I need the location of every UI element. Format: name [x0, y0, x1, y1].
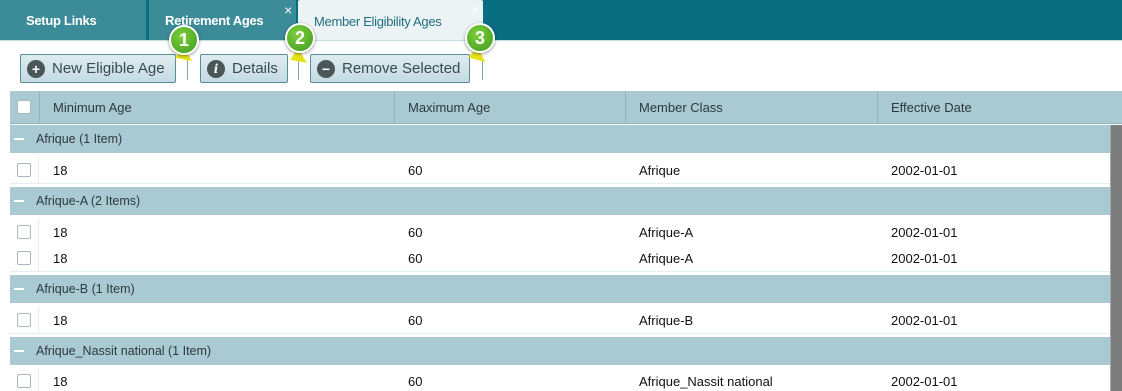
button-label: Details: [232, 60, 278, 77]
tab-label: Setup Links: [26, 12, 97, 28]
cell-minimum-age: 18: [53, 313, 68, 328]
remove-selected-button[interactable]: − Remove Selected: [310, 54, 470, 83]
row-divider: [38, 219, 39, 246]
new-eligible-age-button[interactable]: + New Eligible Age: [20, 54, 176, 83]
table-row[interactable]: 18 60 Afrique 2002-01-01: [10, 157, 1122, 184]
row-checkbox[interactable]: [17, 374, 31, 388]
close-icon[interactable]: ×: [284, 3, 292, 17]
cell-effective-date: 2002-01-01: [891, 313, 958, 328]
cell-member-class: Afrique-A: [639, 251, 694, 266]
cell-maximum-age: 60: [408, 313, 423, 328]
row-divider: [38, 245, 39, 272]
group-label: Afrique-A (2 Items): [36, 194, 141, 208]
row-divider: [38, 368, 39, 391]
column-label: Member Class: [639, 100, 723, 115]
minus-circle-icon: −: [317, 59, 335, 78]
select-all-checkbox[interactable]: [17, 100, 31, 114]
callout-badge-3: 3: [465, 23, 495, 53]
cell-effective-date: 2002-01-01: [891, 225, 958, 240]
row-checkbox[interactable]: [17, 251, 31, 265]
cell-member-class: Afrique_Nassit national: [639, 374, 773, 389]
group-header[interactable]: Afrique-A (2 Items): [10, 187, 1122, 215]
collapse-icon[interactable]: [14, 200, 24, 202]
group-label: Afrique (1 Item): [36, 132, 123, 146]
collapse-icon[interactable]: [14, 350, 24, 352]
table-row[interactable]: 18 60 Afrique-A 2002-01-01: [10, 219, 1122, 246]
cell-maximum-age: 60: [408, 374, 423, 389]
cell-maximum-age: 60: [408, 163, 423, 178]
column-label: Minimum Age: [53, 100, 132, 115]
table-row[interactable]: 18 60 Afrique-A 2002-01-01: [10, 245, 1122, 272]
close-icon[interactable]: ×: [471, 3, 479, 17]
tab-label: Member Eligibility Ages: [314, 13, 442, 29]
group-label: Afrique-B (1 Item): [36, 282, 135, 296]
vertical-scrollbar[interactable]: [1110, 125, 1122, 391]
table-row[interactable]: 18 60 Afrique-B 2002-01-01: [10, 307, 1122, 334]
group-header[interactable]: Afrique-B (1 Item): [10, 275, 1122, 303]
callout-badge-1: 1: [169, 25, 199, 55]
table-row[interactable]: 18 60 Afrique_Nassit national 2002-01-01: [10, 368, 1122, 391]
details-button[interactable]: i Details: [200, 54, 288, 83]
collapse-icon[interactable]: [14, 288, 24, 290]
button-label: Remove Selected: [342, 60, 461, 77]
row-divider: [38, 307, 39, 334]
collapse-icon[interactable]: [14, 138, 24, 140]
row-checkbox[interactable]: [17, 225, 31, 239]
cell-maximum-age: 60: [408, 225, 423, 240]
cell-minimum-age: 18: [53, 225, 68, 240]
callout-badge-2: 2: [285, 23, 315, 53]
toolbar: + New Eligible Age i Details − Remove Se…: [0, 40, 1122, 90]
column-label: Maximum Age: [408, 100, 491, 115]
grid-header: Minimum Age Maximum Age Member Class Eff…: [10, 91, 1122, 124]
cell-effective-date: 2002-01-01: [891, 251, 958, 266]
cell-maximum-age: 60: [408, 251, 423, 266]
cell-effective-date: 2002-01-01: [891, 374, 958, 389]
eligibility-grid: Minimum Age Maximum Age Member Class Eff…: [10, 91, 1122, 391]
column-effective-date[interactable]: Effective Date: [877, 91, 1122, 124]
column-label: Effective Date: [891, 100, 972, 115]
column-minimum-age[interactable]: Minimum Age: [39, 91, 394, 124]
cell-effective-date: 2002-01-01: [891, 163, 958, 178]
cell-minimum-age: 18: [53, 374, 68, 389]
column-member-class[interactable]: Member Class: [625, 91, 877, 124]
button-label: New Eligible Age: [52, 60, 165, 77]
cell-minimum-age: 18: [53, 163, 68, 178]
row-divider: [38, 157, 39, 184]
plus-circle-icon: +: [27, 59, 45, 78]
cell-member-class: Afrique: [639, 163, 681, 178]
group-label: Afrique_Nassit national (1 Item): [36, 344, 212, 358]
group-header[interactable]: Afrique (1 Item): [10, 125, 1122, 153]
tab-bar: Setup Links Retirement Ages × Member Eli…: [0, 0, 1122, 42]
info-icon: i: [207, 59, 225, 78]
group-header[interactable]: Afrique_Nassit national (1 Item): [10, 337, 1122, 365]
cell-member-class: Afrique-A: [639, 225, 694, 240]
tab-member-eligibility-ages[interactable]: Member Eligibility Ages ×: [298, 0, 483, 42]
column-maximum-age[interactable]: Maximum Age: [394, 91, 625, 124]
row-checkbox[interactable]: [17, 163, 31, 177]
tab-setup-links[interactable]: Setup Links: [0, 0, 146, 40]
row-checkbox[interactable]: [17, 313, 31, 327]
cell-minimum-age: 18: [53, 251, 68, 266]
cell-member-class: Afrique-B: [639, 313, 694, 328]
